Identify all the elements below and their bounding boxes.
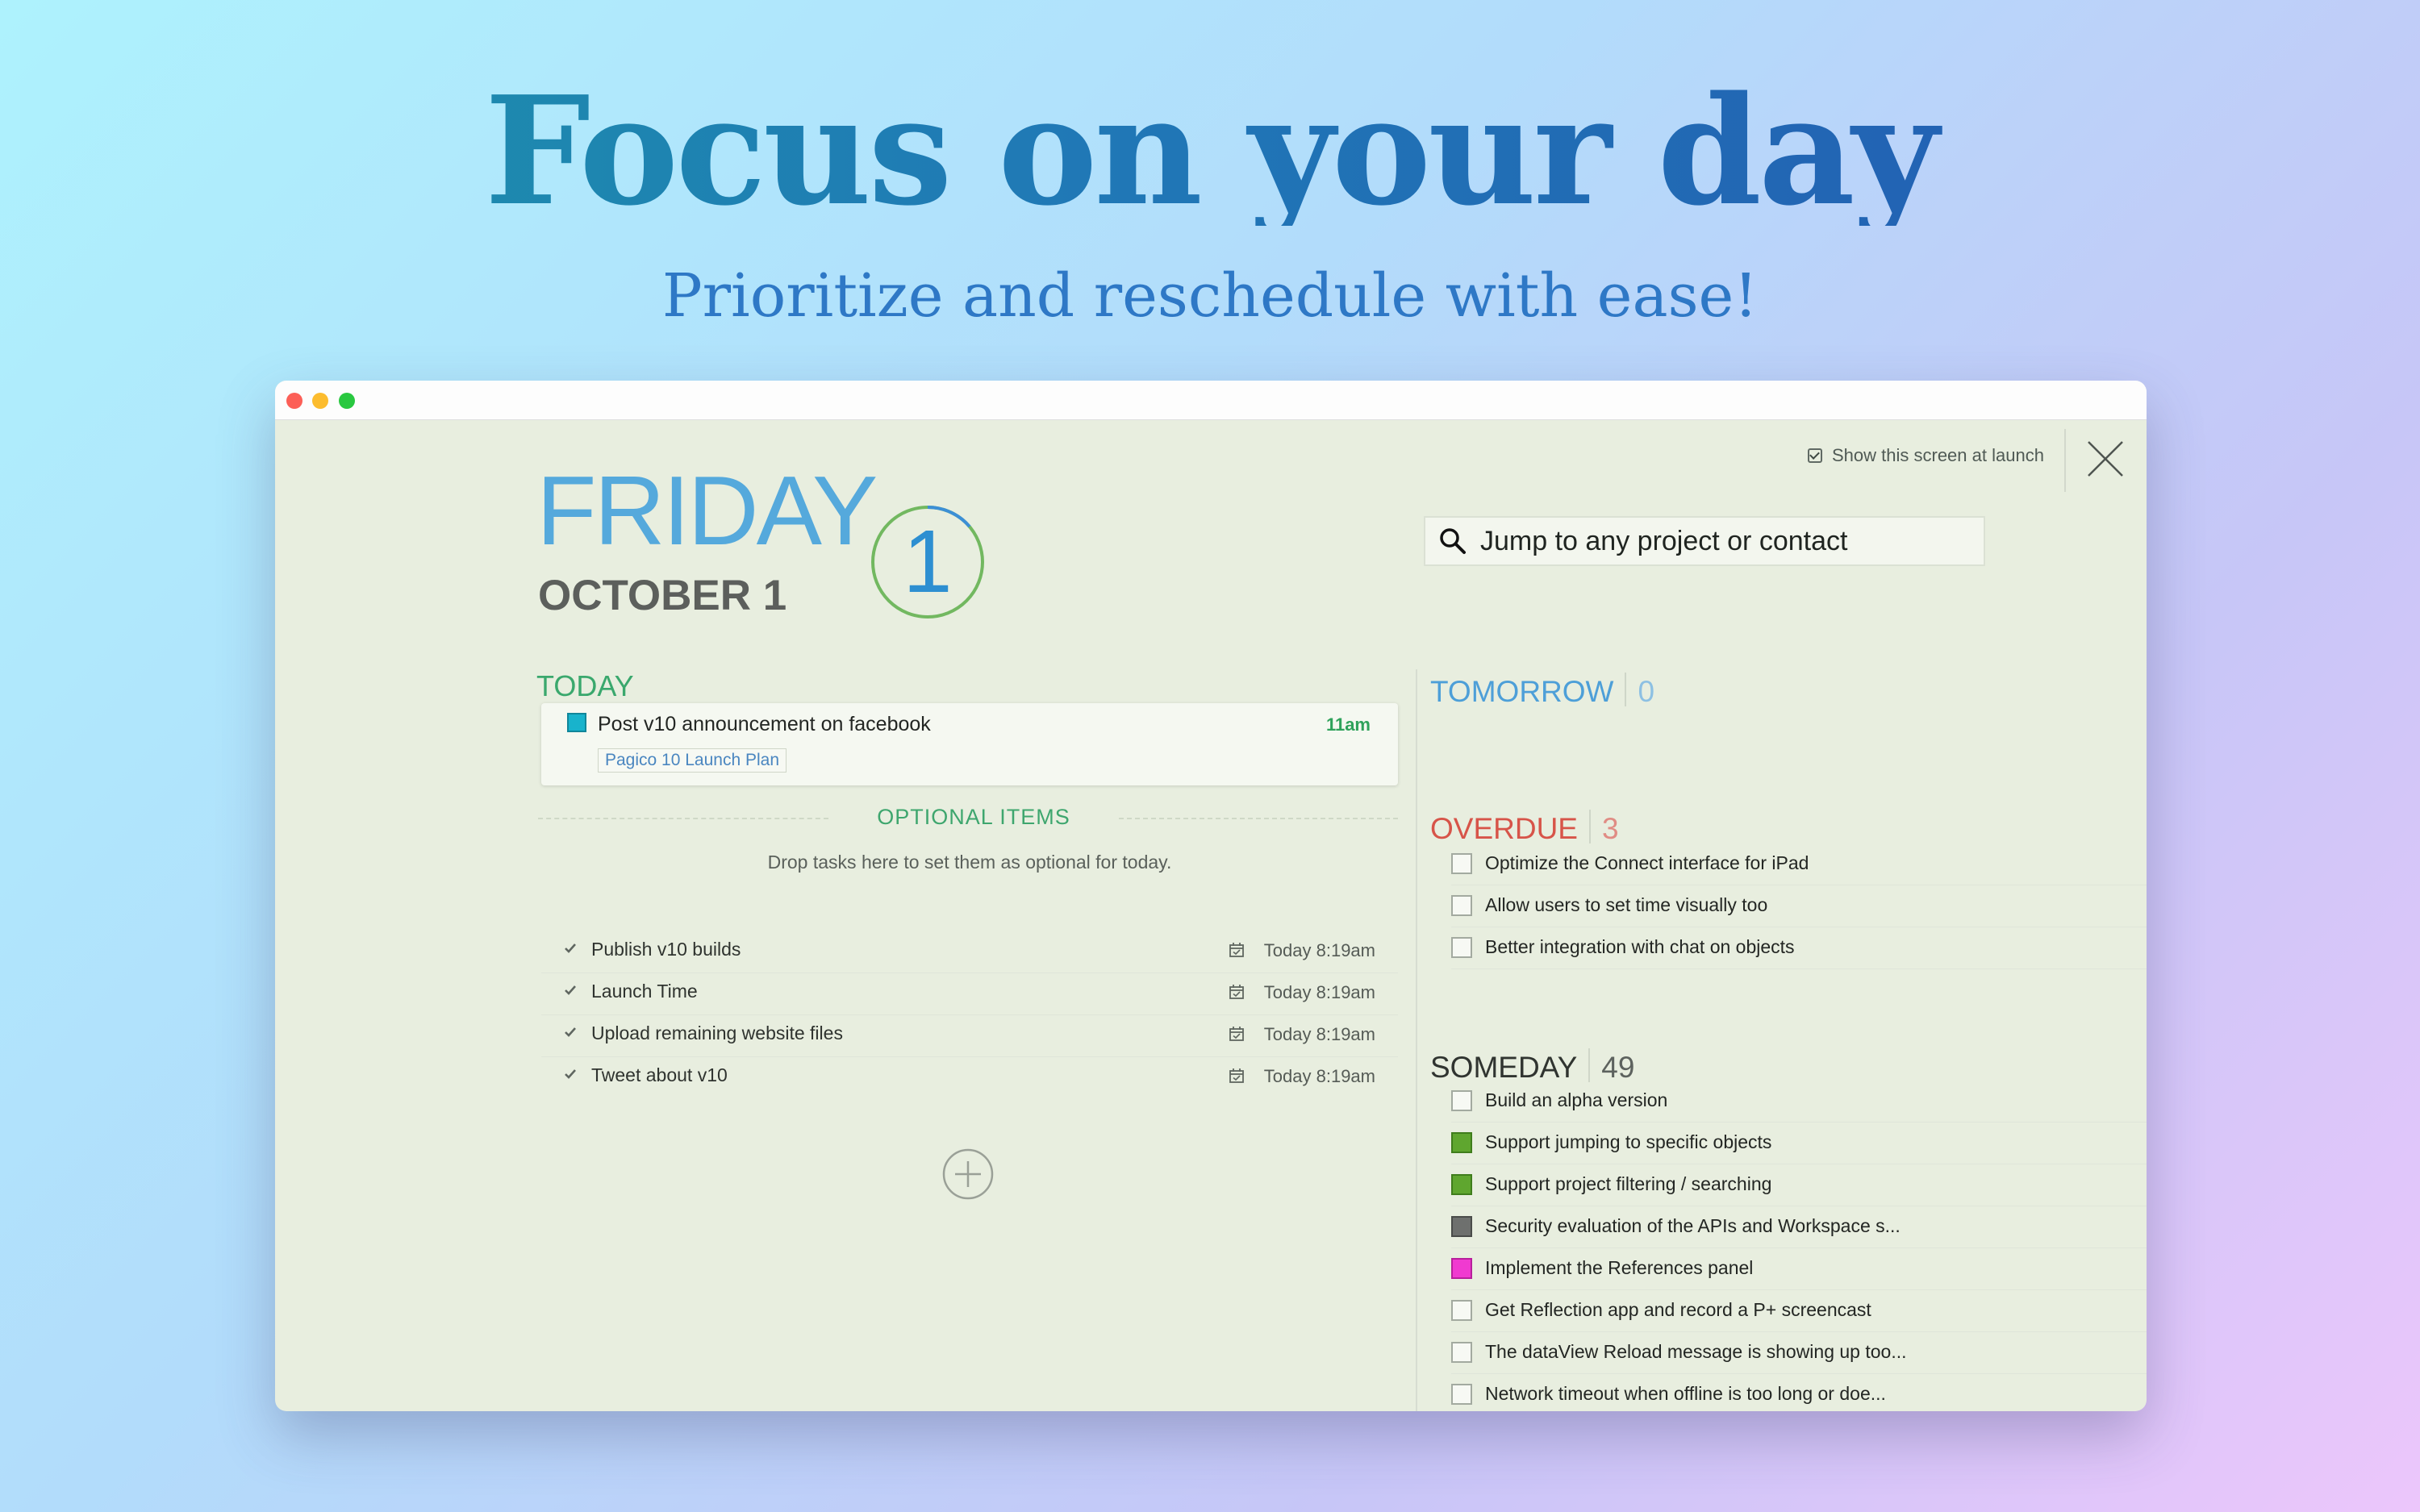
show-at-launch-checkbox[interactable] [1808,448,1822,463]
overdue-task-label: Optimize the Connect interface for iPad [1485,852,1809,873]
optional-divider-right [1119,818,1398,819]
task-checkbox[interactable] [1451,1384,1472,1405]
someday-task-label: The dataView Reload message is showing u… [1485,1341,1907,1362]
someday-label: SOMEDAY [1430,1051,1578,1084]
tomorrow-label: TOMORROW [1430,675,1614,708]
completed-task-row[interactable]: Launch Time Today 8:19am [541,973,1398,1015]
task-checkbox[interactable] [1451,1342,1472,1363]
calendar-icon [1229,943,1244,957]
task-color-checkbox[interactable] [1451,1258,1472,1279]
overdue-section-header[interactable]: OVERDUE 3 [1430,810,1619,843]
show-at-launch-label: Show this screen at launch [1832,445,2044,465]
completed-task-row[interactable]: Tweet about v10 Today 8:19am [541,1056,1398,1098]
today-task-card[interactable]: Post v10 announcement on facebook 11am P… [541,703,1398,785]
optional-items-dropzone[interactable]: Drop tasks here to set them as optional … [541,852,1398,873]
day-number: 1 [903,512,953,611]
task-color-square[interactable] [567,713,586,732]
checkmark-icon [565,1027,576,1037]
someday-count: 49 [1601,1051,1635,1084]
overdue-label: OVERDUE [1430,812,1578,845]
overdue-task-row[interactable]: Allow users to set time visually too 9mo [1451,885,2147,927]
tomorrow-section-header[interactable]: TOMORROW 0 [1430,673,1654,706]
someday-task-label: Support project filtering / searching [1485,1173,1772,1194]
search-input[interactable] [1479,524,1984,558]
someday-task-label: Build an alpha version [1485,1089,1668,1110]
hero-title: Focus on your day [0,77,2420,226]
overdue-task-label: Better integration with chat on objects [1485,936,1795,957]
task-checkbox[interactable] [1451,895,1472,916]
overdue-task-row[interactable]: Better integration with chat on objects … [1451,927,2147,969]
task-project-tag[interactable]: Pagico 10 Launch Plan [598,748,786,773]
task-checkbox[interactable] [1451,853,1472,874]
calendar-icon [1229,1068,1244,1083]
someday-section-header[interactable]: SOMEDAY 49 [1430,1048,1634,1082]
window-titlebar [275,381,2147,420]
today-section-header: TODAY [536,669,634,702]
completed-task-label: Publish v10 builds [591,939,741,960]
task-color-checkbox[interactable] [1451,1216,1472,1237]
checkmark-icon [565,985,576,995]
someday-task-label: Network timeout when offline is too long… [1485,1383,1886,1404]
completed-task-row[interactable]: Upload remaining website files Today 8:1… [541,1014,1398,1057]
search-bar[interactable] [1424,516,1985,566]
tomorrow-count: 0 [1638,675,1655,708]
task-checkbox[interactable] [1451,1300,1472,1321]
window-close-dot[interactable] [286,393,302,409]
task-time: 11am [1325,714,1371,735]
calendar-icon [1229,1027,1244,1041]
completed-task-time: Today 8:19am [1263,1066,1375,1086]
someday-task-row[interactable]: The dataView Reload message is showing u… [1451,1332,2147,1374]
column-divider [1416,669,1417,1411]
plus-circle-icon[interactable] [941,1148,995,1201]
someday-task-row[interactable]: Security evaluation of the APIs and Work… [1451,1206,2147,1248]
date-subheading: OCTOBER 1 [538,572,787,619]
checkmark-icon [565,1069,576,1079]
someday-task-row[interactable]: Network timeout when offline is too long… [1451,1374,2147,1411]
completed-task-time: Today 8:19am [1263,982,1375,1002]
someday-task-label: Get Reflection app and record a P+ scree… [1485,1299,1871,1320]
weekday-heading: FRIDAY [536,456,878,565]
completed-task-label: Tweet about v10 [591,1064,728,1085]
app-window: Show this screen at launch FRIDAY OCTOBE… [275,381,2147,1411]
overdue-count: 3 [1601,812,1619,845]
window-zoom-dot[interactable] [339,393,355,409]
show-at-launch-toggle[interactable]: Show this screen at launch [1808,445,2044,466]
completed-task-time: Today 8:19am [1263,1024,1375,1044]
completed-task-row[interactable]: Publish v10 builds Today 8:19am [541,931,1398,973]
someday-task-label: Security evaluation of the APIs and Work… [1485,1215,1901,1236]
someday-task-row[interactable]: Build an alpha version [1451,1081,2147,1123]
someday-task-label: Implement the References panel [1485,1257,1754,1278]
someday-task-row[interactable]: Get Reflection app and record a P+ scree… [1451,1290,2147,1332]
header-divider [2064,429,2066,492]
task-checkbox[interactable] [1451,937,1472,958]
search-icon [1440,528,1466,554]
someday-task-label: Support jumping to specific objects [1485,1131,1772,1152]
overdue-task-label: Allow users to set time visually too [1485,894,1768,915]
task-color-checkbox[interactable] [1451,1132,1472,1153]
task-title[interactable]: Post v10 announcement on facebook [598,713,931,736]
completed-task-label: Launch Time [591,981,698,1002]
task-color-checkbox[interactable] [1451,1174,1472,1195]
window-minimize-dot[interactable] [312,393,328,409]
close-icon[interactable] [2076,431,2134,489]
someday-task-row[interactable]: Implement the References panel [1451,1248,2147,1290]
task-checkbox[interactable] [1451,1090,1472,1111]
completed-task-label: Upload remaining website files [591,1023,843,1043]
overdue-task-row[interactable]: Optimize the Connect interface for iPad … [1451,843,2147,885]
calendar-icon [1229,985,1244,999]
hero-subtitle: Prioritize and reschedule with ease! [661,261,1759,331]
optional-divider-left [538,818,828,819]
completed-task-time: Today 8:19am [1263,940,1375,960]
checkmark-icon [565,943,576,953]
optional-items-header: OPTIONAL ITEMS [877,805,1070,829]
someday-task-row[interactable]: Support project filtering / searching [1451,1164,2147,1206]
someday-task-row[interactable]: Support jumping to specific objects [1451,1123,2147,1164]
